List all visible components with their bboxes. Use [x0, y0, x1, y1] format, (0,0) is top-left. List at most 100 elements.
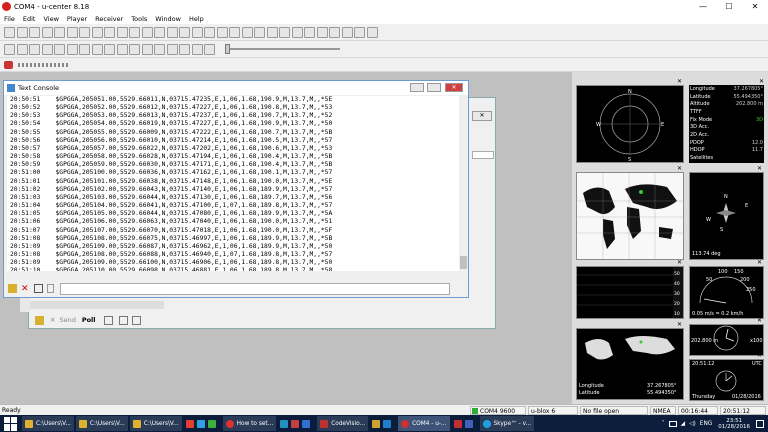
- console-maximize-button[interactable]: [427, 83, 441, 92]
- poll-button[interactable]: Poll: [82, 316, 96, 324]
- console-minimize-button[interactable]: [410, 83, 424, 92]
- notifications-icon[interactable]: [756, 419, 764, 428]
- toolbar-tool-30-icon[interactable]: [366, 27, 378, 38]
- clock-close-icon[interactable]: ✕: [757, 352, 762, 359]
- toolbar-tool-23-icon[interactable]: [279, 27, 290, 38]
- console-text-area[interactable]: 20:50:51 $GPGGA,205051.00,5529.66011,N,0…: [7, 96, 459, 271]
- toolbar-tool-14-icon[interactable]: [166, 27, 178, 38]
- toolbar-tool-1-icon[interactable]: [4, 27, 15, 38]
- taskbar-item-explorer-2[interactable]: C:\Users\V...: [75, 416, 128, 431]
- player-tool-7-icon[interactable]: [79, 44, 90, 55]
- toolbar-tool-19-icon[interactable]: [229, 27, 240, 38]
- toolbar-tool-10-icon[interactable]: [116, 27, 128, 38]
- menu-view[interactable]: View: [43, 15, 58, 23]
- toolbar-tool-9-icon[interactable]: [104, 27, 115, 38]
- toolbar-tool-26-icon[interactable]: [316, 27, 328, 38]
- player-tool-11-icon[interactable]: [129, 44, 140, 55]
- toolbar-tool-7-icon[interactable]: [79, 27, 90, 38]
- taskbar-item-browser[interactable]: How to set...: [222, 416, 277, 431]
- network-icon[interactable]: ◢: [681, 421, 685, 427]
- minimize-button[interactable]: —: [690, 0, 716, 13]
- config-icon[interactable]: [103, 315, 113, 325]
- toolbar-tool-28-icon[interactable]: [341, 27, 353, 38]
- world-map-close-icon[interactable]: ✕: [677, 165, 682, 172]
- player-tool-9-icon[interactable]: [104, 44, 115, 55]
- toolbar-tool-2-icon[interactable]: [16, 27, 28, 38]
- player-tool-15-icon[interactable]: [179, 44, 190, 55]
- lock-icon[interactable]: [35, 315, 44, 325]
- mini-map-close-icon[interactable]: ✕: [677, 321, 682, 328]
- console-pause-icon[interactable]: [46, 284, 54, 293]
- taskbar-item-skype[interactable]: Skype™ - v...: [479, 416, 535, 431]
- toolbar-tool-12-icon[interactable]: [141, 27, 153, 38]
- toolbar-tool-13-icon[interactable]: [154, 27, 165, 38]
- menu-tools[interactable]: Tools: [131, 15, 147, 23]
- player-tool-4-icon[interactable]: [41, 44, 53, 55]
- altimeter-close-icon[interactable]: ✕: [757, 317, 762, 324]
- menu-player[interactable]: Player: [67, 15, 87, 23]
- player-tool-13-icon[interactable]: [154, 44, 165, 55]
- copy-icon[interactable]: [118, 315, 128, 325]
- sky-view-close-icon[interactable]: ✕: [677, 78, 682, 85]
- message-hscroll[interactable]: [29, 301, 164, 309]
- console-command-input[interactable]: [59, 282, 450, 295]
- console-close-button[interactable]: ✕: [445, 83, 463, 92]
- taskbar-item-explorer-3[interactable]: C:\Users\V...: [129, 416, 182, 431]
- console-vertical-scrollbar[interactable]: [459, 96, 468, 271]
- language-indicator[interactable]: ENG: [700, 421, 713, 427]
- menu-receiver[interactable]: Receiver: [95, 15, 123, 23]
- taskbar-pinned-icons-d[interactable]: [452, 416, 478, 431]
- toolbar-tool-29-icon[interactable]: [354, 27, 365, 38]
- maximize-button[interactable]: ☐: [716, 0, 742, 13]
- taskbar-pinned-icons-c[interactable]: [370, 416, 396, 431]
- taskbar-item-codevision[interactable]: CodeVisio...: [317, 416, 369, 431]
- send-button[interactable]: Send: [59, 316, 75, 324]
- toolbar-tool-20-icon[interactable]: [241, 27, 253, 38]
- toolbar-tool-22-icon[interactable]: [266, 27, 278, 38]
- taskbar-pinned-icons-b[interactable]: [278, 416, 315, 431]
- toolbar-tool-17-icon[interactable]: [204, 27, 215, 38]
- tray-arrow-icon[interactable]: ˄: [662, 421, 665, 427]
- player-tool-2-icon[interactable]: [16, 44, 28, 55]
- player-tool-1-icon[interactable]: [4, 44, 15, 55]
- taskbar-clock[interactable]: 23:51 01/28/2016: [718, 418, 750, 430]
- player-tool-5-icon[interactable]: [54, 44, 65, 55]
- start-button[interactable]: [4, 416, 18, 431]
- clear-icon[interactable]: ✕: [50, 316, 55, 324]
- message-window-close-icon[interactable]: ✕: [472, 111, 492, 121]
- close-button[interactable]: ✕: [742, 0, 768, 13]
- toolbar-tool-25-icon[interactable]: [304, 27, 315, 38]
- player-tool-17-icon[interactable]: [204, 44, 215, 55]
- taskbar-item-ucenter[interactable]: COM4 - u-...: [398, 416, 450, 431]
- toolbar-tool-18-icon[interactable]: [216, 27, 228, 38]
- toolbar-tool-24-icon[interactable]: [291, 27, 303, 38]
- receiver-icon[interactable]: [4, 61, 13, 69]
- menu-file[interactable]: File: [4, 15, 15, 23]
- speed-close-icon[interactable]: ✕: [757, 259, 762, 266]
- console-save-icon[interactable]: [33, 284, 43, 293]
- compass-close-icon[interactable]: ✕: [757, 165, 762, 172]
- player-tool-10-icon[interactable]: [116, 44, 128, 55]
- taskbar-item-explorer-1[interactable]: C:\Users\V...: [22, 416, 74, 431]
- dashboard-close-icon[interactable]: ✕: [759, 78, 764, 85]
- toolbar-tool-6-icon[interactable]: [66, 27, 78, 38]
- player-tool-12-icon[interactable]: [141, 44, 153, 55]
- playback-slider[interactable]: [228, 48, 340, 50]
- console-horizontal-scrollbar[interactable]: [7, 271, 459, 279]
- taskbar-pinned-icons-a[interactable]: [184, 416, 221, 431]
- toolbar-tool-15-icon[interactable]: [179, 27, 190, 38]
- volume-icon[interactable]: ◁): [689, 421, 696, 427]
- paste-icon[interactable]: [131, 315, 141, 325]
- toolbar-tool-11-icon[interactable]: [129, 27, 140, 38]
- console-lock-icon[interactable]: [8, 284, 17, 293]
- player-tool-16-icon[interactable]: [191, 44, 203, 55]
- toolbar-tool-21-icon[interactable]: [254, 27, 265, 38]
- status-port[interactable]: COM4 9600: [470, 406, 526, 415]
- toolbar-tool-16-icon[interactable]: [191, 27, 203, 38]
- toolbar-tool-5-icon[interactable]: [54, 27, 65, 38]
- toolbar-tool-3-icon[interactable]: [29, 27, 40, 38]
- signal-chart-close-icon[interactable]: ✕: [677, 259, 682, 266]
- player-tool-6-icon[interactable]: [66, 44, 78, 55]
- toolbar-tool-8-icon[interactable]: [91, 27, 103, 38]
- toolbar-tool-4-icon[interactable]: [41, 27, 53, 38]
